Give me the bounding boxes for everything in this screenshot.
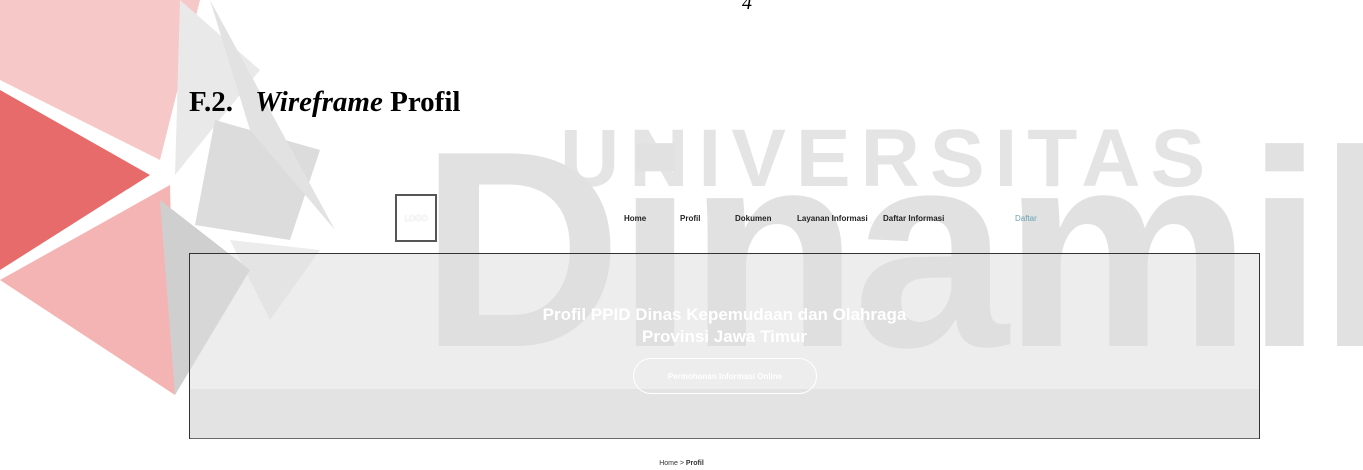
online-request-button[interactable]: Permohonan Informasi Online — [633, 358, 817, 394]
hero-title-line1: Profil PPID Dinas Kepemudaan dan Olahrag… — [542, 305, 907, 324]
wireframe-hero: Profil PPID Dinas Kepemudaan dan Olahrag… — [189, 253, 1260, 439]
hero-title: Profil PPID Dinas Kepemudaan dan Olahrag… — [190, 304, 1259, 348]
heading-bold: Profil — [382, 86, 461, 118]
nav-item-daftar[interactable]: Daftar — [1015, 214, 1037, 223]
heading-number: F.2. — [189, 86, 234, 118]
nav-item-layanan-informasi[interactable]: Layanan Informasi — [797, 214, 868, 223]
wireframe-nav: Home Profil Dokumen Layanan Informasi Da… — [0, 214, 1363, 228]
heading-italic: Wireframe — [255, 86, 383, 118]
hero-band — [190, 389, 1259, 439]
section-heading: F.2. Wireframe Profil — [189, 86, 460, 119]
nav-item-profil[interactable]: Profil — [680, 214, 700, 223]
breadcrumb: Home > Profil — [0, 460, 1363, 467]
breadcrumb-current: Profil — [685, 460, 704, 467]
breadcrumb-separator: > — [677, 460, 686, 467]
breadcrumb-home[interactable]: Home — [659, 460, 678, 467]
page-number: 4 — [742, 0, 752, 14]
hero-title-line2: Provinsi Jawa Timur — [641, 327, 808, 346]
nav-item-home[interactable]: Home — [624, 214, 646, 223]
nav-item-dokumen[interactable]: Dokumen — [735, 214, 771, 223]
nav-item-daftar-informasi[interactable]: Daftar Informasi — [883, 214, 944, 223]
document-page: UNIVERSITAS Dinamika 4 F.2.Wireframe Pro… — [0, 0, 1363, 470]
